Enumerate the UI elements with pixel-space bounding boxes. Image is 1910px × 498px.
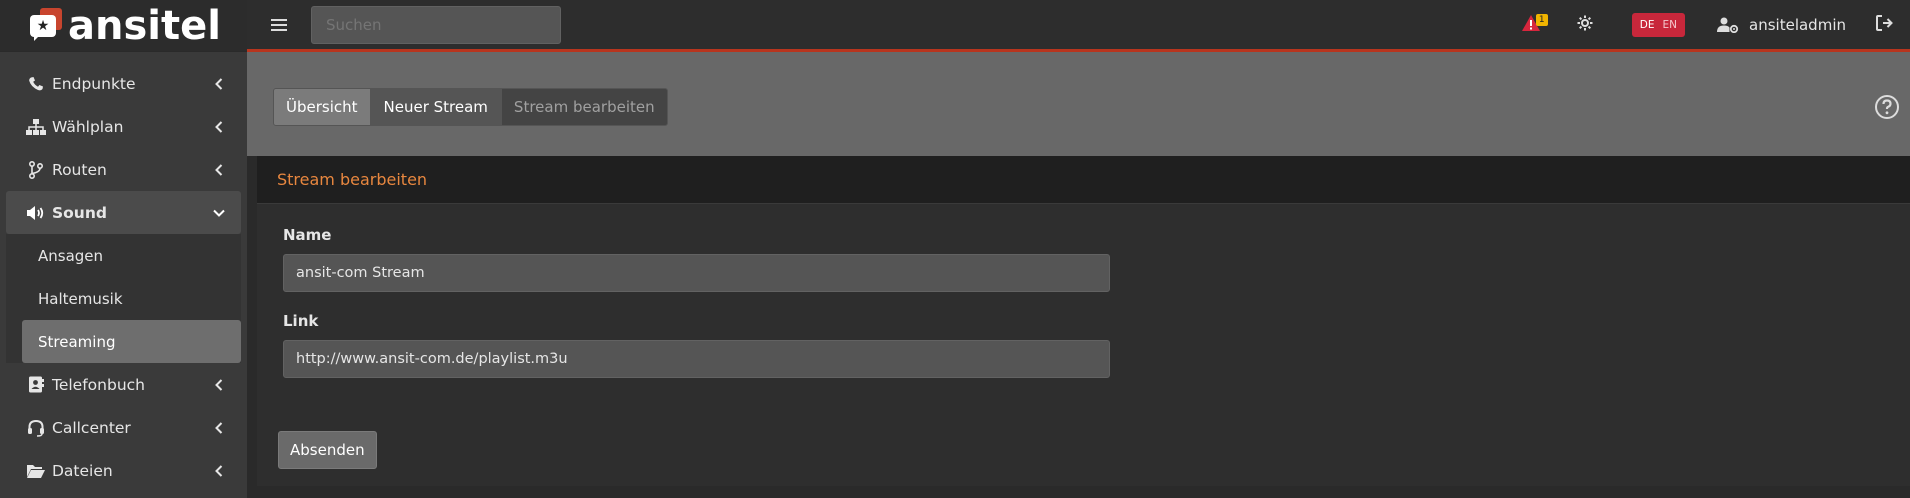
sidebar-item-routen[interactable]: Routen	[0, 148, 247, 191]
tab-stream-bearbeiten[interactable]: Stream bearbeiten	[500, 88, 668, 126]
sidebar-item-label: Routen	[52, 160, 107, 179]
sidebar-item-label: Telefonbuch	[52, 375, 145, 394]
phone-icon	[26, 76, 46, 92]
sidebar-item-label: Wählplan	[52, 117, 124, 136]
user-cog-icon	[1717, 17, 1739, 33]
sidebar-subitem-ansagen[interactable]: Ansagen	[6, 234, 241, 277]
edit-stream-card: Stream bearbeiten Name ansit-com Stream …	[257, 156, 1910, 486]
stream-form: Name ansit-com Stream Link http://www.an…	[257, 204, 1910, 378]
sidebar-subitem-haltemusik[interactable]: Haltemusik	[6, 277, 241, 320]
user-menu[interactable]: ansiteladmin	[1717, 16, 1846, 34]
name-field[interactable]: ansit-com Stream	[283, 254, 1110, 292]
sidebar-item-sound[interactable]: Sound	[6, 191, 241, 234]
sidebar-nav-rest: Telefonbuch Callcenter Dateien	[0, 363, 247, 492]
sidebar-item-label: Callcenter	[52, 418, 131, 437]
alerts-button[interactable]: 1	[1518, 12, 1548, 38]
sidebar-item-dateien[interactable]: Dateien	[0, 449, 247, 492]
sidebar-item-waehlplan[interactable]: Wählplan	[0, 105, 247, 148]
sidebar-item-label: Dateien	[52, 461, 113, 480]
stream-tabs: Übersicht Neuer Stream Stream bearbeiten	[273, 88, 668, 126]
tab-neuer-stream[interactable]: Neuer Stream	[370, 88, 501, 126]
folder-open-icon	[26, 463, 46, 479]
topbar: 1 DE EN ansiteladmin	[247, 0, 1910, 52]
chevron-left-icon	[213, 163, 225, 176]
card-title: Stream bearbeiten	[257, 156, 1910, 204]
chevron-left-icon	[213, 464, 225, 477]
sitemap-icon	[26, 118, 46, 135]
page-header: Übersicht Neuer Stream Stream bearbeiten	[247, 52, 1910, 156]
submit-button[interactable]: Absenden	[278, 431, 377, 469]
chevron-left-icon	[213, 378, 225, 391]
lang-de[interactable]: DE	[1636, 19, 1659, 31]
link-field[interactable]: http://www.ansit-com.de/playlist.m3u	[283, 340, 1110, 378]
sidebar-item-endpunkte[interactable]: Endpunkte	[0, 62, 247, 105]
sidebar-item-telefonbuch[interactable]: Telefonbuch	[0, 363, 247, 406]
chevron-left-icon	[213, 77, 225, 90]
search-input[interactable]	[311, 5, 561, 44]
brand-name: ansitel	[68, 2, 221, 49]
logout-icon	[1876, 14, 1894, 35]
link-label: Link	[283, 312, 319, 330]
address-book-icon	[26, 376, 46, 393]
username: ansiteladmin	[1749, 15, 1846, 34]
name-label: Name	[283, 226, 332, 244]
volume-icon	[26, 205, 46, 221]
route-icon	[26, 160, 46, 179]
gear-icon	[1577, 15, 1593, 35]
chevron-left-icon	[213, 421, 225, 434]
topbar-actions: 1 DE EN ansiteladmin	[1518, 0, 1910, 49]
chevron-left-icon	[213, 120, 225, 133]
settings-button[interactable]	[1574, 14, 1596, 36]
sidebar-subitem-streaming[interactable]: Streaming	[22, 320, 241, 363]
hamburger-icon[interactable]	[271, 13, 293, 37]
main-content: Übersicht Neuer Stream Stream bearbeiten…	[247, 52, 1910, 498]
tab-uebersicht[interactable]: Übersicht	[273, 88, 371, 126]
headset-icon	[26, 419, 46, 437]
sound-subnav: Ansagen Haltemusik Streaming	[6, 234, 241, 363]
language-switcher[interactable]: DE EN	[1631, 12, 1686, 37]
lang-en[interactable]: EN	[1659, 19, 1682, 31]
alert-count-badge: 1	[1535, 13, 1548, 26]
sidebar-item-label: Endpunkte	[52, 74, 136, 93]
sidebar-nav: Endpunkte Wählplan Routen Sound	[0, 52, 247, 234]
chevron-down-icon	[213, 209, 225, 217]
speech-bubble-star-icon: ★	[28, 5, 68, 47]
sidebar: ★ ansitel Endpunkte Wählplan Routen Soun…	[0, 0, 247, 498]
sidebar-item-label: Sound	[52, 203, 107, 222]
sidebar-item-callcenter[interactable]: Callcenter	[0, 406, 247, 449]
logout-button[interactable]	[1876, 14, 1894, 35]
help-icon[interactable]	[1874, 94, 1900, 120]
brand[interactable]: ★ ansitel	[0, 0, 247, 52]
